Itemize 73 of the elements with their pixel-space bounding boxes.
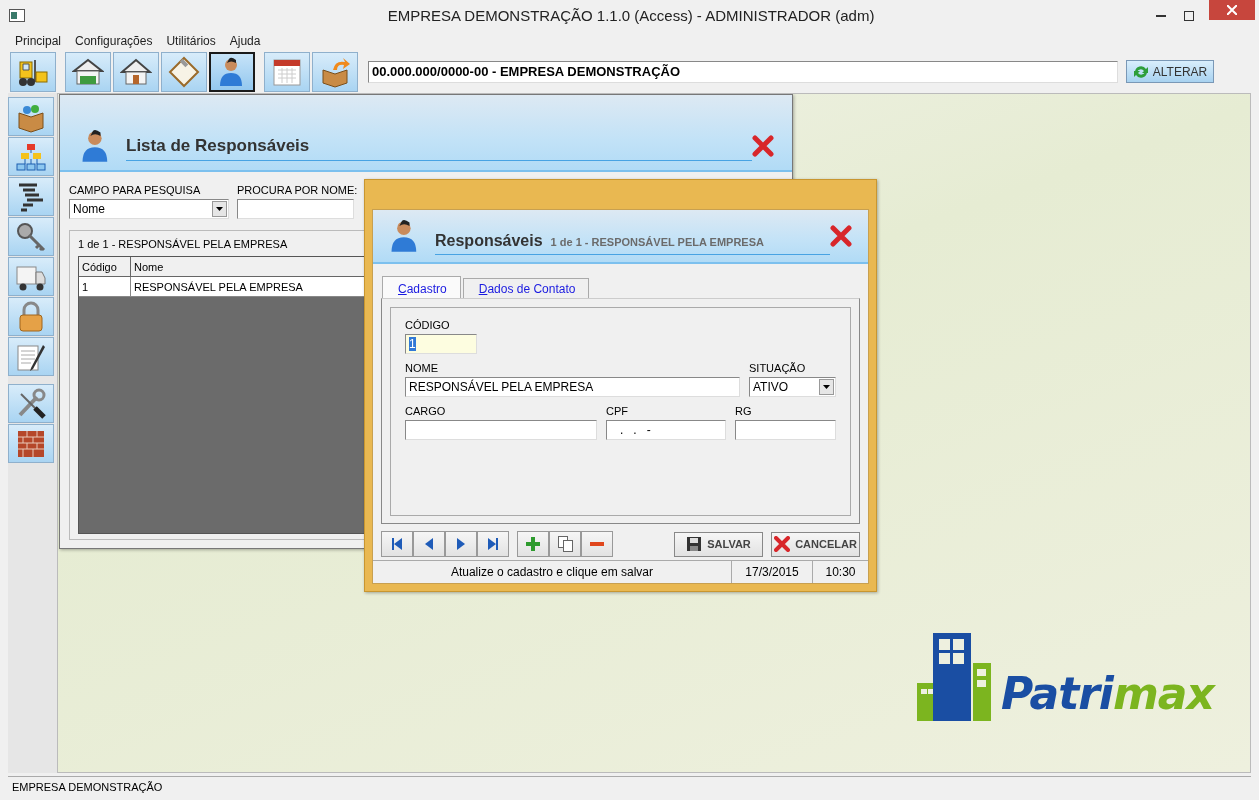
table-cell: 1	[79, 277, 131, 297]
status-message: Atualize o cadastro e clique em salvar	[373, 561, 732, 583]
last-record-icon	[488, 538, 498, 550]
next-record-icon	[457, 538, 465, 550]
previous-record-icon	[425, 538, 433, 550]
sidebar-button[interactable]	[8, 384, 54, 423]
window-title: EMPRESA DEMONSTRAÇÃO 1.1.0 (Access) - ADMINISTRADOR (adm)	[386, 7, 876, 24]
sidebar-button[interactable]	[8, 257, 54, 296]
field-label: CÓDIGO	[405, 319, 451, 331]
next-record-button[interactable]	[445, 531, 477, 557]
menu-item[interactable]: Ajuda	[229, 33, 261, 48]
sidebar-button[interactable]	[8, 217, 54, 256]
status-text: EMPRESA DEMONSTRAÇÃO	[8, 776, 1251, 797]
input-field[interactable]: RESPONSÁVEL PELA EMPRESA	[405, 377, 740, 397]
field-label: SITUAÇÃO	[749, 362, 807, 374]
copy-icon	[557, 536, 573, 552]
dialog-title: Responsáveis	[435, 231, 543, 250]
add-button[interactable]	[517, 531, 549, 557]
first-record-button[interactable]	[381, 531, 413, 557]
field-label: NOME	[405, 362, 439, 374]
toolbar-button[interactable]	[209, 51, 255, 92]
field-label: CARGO	[405, 405, 447, 417]
input-field[interactable]: 1	[405, 334, 477, 354]
close-icon[interactable]	[752, 134, 774, 157]
alterar-button[interactable]: ALTERAR	[1126, 60, 1214, 83]
field-label: CPF	[606, 405, 629, 417]
menu-item[interactable]: Configurações	[75, 33, 153, 48]
toolbar-button[interactable]	[113, 51, 159, 92]
field-label: RG	[735, 405, 753, 417]
menu-item[interactable]: Utilitários	[166, 33, 216, 48]
company-field[interactable]: 00.000.000/0000-00 - EMPRESA DEMONSTRAÇÃO	[368, 60, 1118, 83]
toolbar-button[interactable]	[10, 51, 56, 92]
cancel-button[interactable]: CANCELAR	[771, 531, 860, 557]
menu-item[interactable]: Principal	[15, 33, 62, 48]
remove-icon	[590, 542, 604, 546]
logo-text: Patrimax	[1001, 668, 1214, 719]
close-button[interactable]	[1209, 0, 1255, 20]
name-search-field[interactable]	[237, 199, 354, 219]
field-label: PROCURA POR NOME:	[237, 184, 359, 196]
close-icon	[1227, 5, 1237, 15]
input-field[interactable]: . . -	[606, 420, 726, 440]
close-icon[interactable]	[830, 225, 852, 247]
status-time: 10:30	[824, 564, 857, 581]
save-button[interactable]: SALVAR	[674, 531, 763, 557]
refresh-icon	[1132, 63, 1149, 80]
first-record-icon	[392, 538, 402, 550]
box-arrow-icon	[319, 55, 351, 88]
last-record-button[interactable]	[477, 531, 509, 557]
sidebar-button[interactable]	[8, 337, 54, 376]
status-date: 17/3/2015	[732, 561, 813, 583]
record-caption: 1 de 1 - RESPONSÁVEL PELA EMPRESA	[78, 238, 288, 250]
sidebar-button[interactable]	[8, 177, 54, 216]
input-field[interactable]	[735, 420, 836, 440]
previous-record-button[interactable]	[413, 531, 445, 557]
add-icon	[526, 537, 540, 551]
cancel-icon	[774, 536, 791, 552]
remove-button[interactable]	[581, 531, 613, 557]
tab[interactable]: Cadastro	[382, 276, 461, 298]
window-title: Lista de Responsáveis	[126, 136, 310, 156]
field-label: CAMPO PARA PESQUISA	[69, 184, 202, 196]
key-icon	[15, 220, 47, 253]
app-icon[interactable]	[9, 9, 25, 22]
table-cell: RESPONSÁVEL PELA EMPRESA	[131, 277, 366, 297]
dialog-subtitle: 1 de 1 - RESPONSÁVEL PELA EMPRESA	[550, 235, 764, 248]
column-header[interactable]: Código	[79, 257, 131, 277]
clipboard-icon	[168, 55, 200, 88]
tab[interactable]: Dados de Contato	[462, 278, 590, 298]
search-field-dropdown[interactable]: Nome	[69, 199, 229, 219]
toolbar-button[interactable]	[65, 51, 111, 92]
column-header[interactable]: Nome	[131, 257, 366, 277]
input-field[interactable]	[405, 420, 597, 440]
dropdown-field[interactable]: ATIVO	[749, 377, 836, 397]
copy-button[interactable]	[549, 531, 581, 557]
